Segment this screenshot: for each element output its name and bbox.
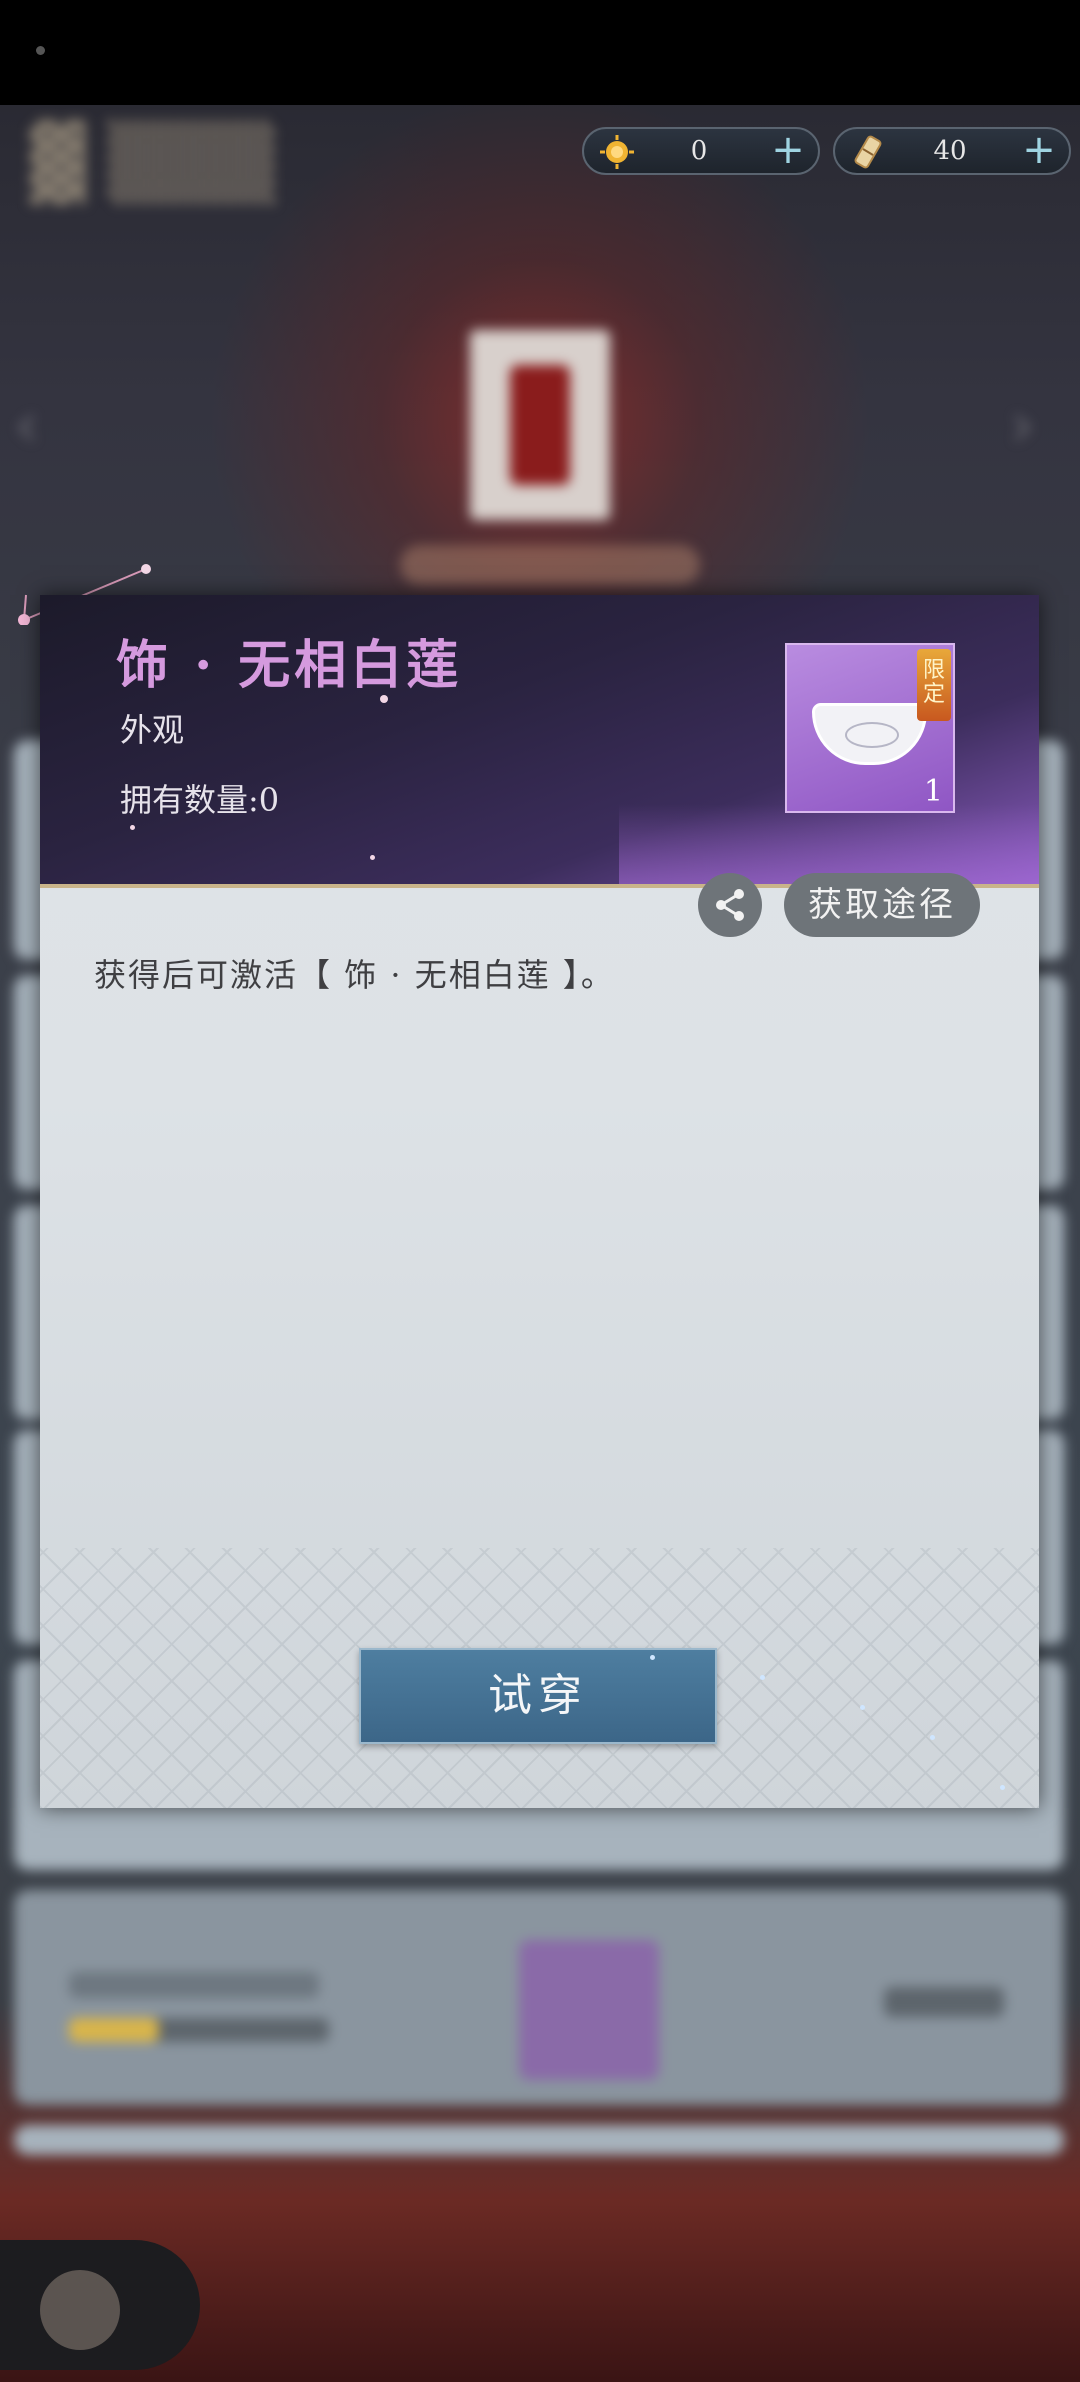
bg-panel	[14, 1890, 1064, 2105]
acquire-source-button[interactable]: 获取途径	[784, 873, 980, 937]
game-logo: ▓ ▒▒▒	[30, 120, 275, 204]
bg-panel	[14, 2125, 1064, 2155]
prev-arrow-icon: ‹	[14, 388, 39, 461]
item-detail-dialog: 饰 · 无相白莲 外观 拥有数量:0 限定 1 获取途径 获得后可激活【 饰 ·…	[40, 595, 1039, 1808]
currency-sun: 0 +	[582, 127, 820, 175]
veil-icon	[812, 703, 927, 765]
try-on-button[interactable]: 试穿	[359, 1648, 717, 1744]
owned-count: 拥有数量:0	[120, 781, 280, 819]
status-dot	[36, 46, 45, 55]
back-icon	[40, 2270, 120, 2350]
center-card	[470, 330, 610, 520]
currency-scroll: 40 +	[833, 127, 1071, 175]
currency-value: 0	[690, 136, 708, 166]
item-title: 饰 · 无相白莲	[116, 635, 463, 696]
add-currency-button[interactable]: +	[1019, 129, 1059, 173]
dialog-header: 饰 · 无相白莲 外观 拥有数量:0 限定 1	[40, 595, 1039, 888]
thumb-count: 1	[923, 774, 943, 809]
status-bar	[0, 0, 1080, 105]
item-type: 外观	[120, 711, 185, 749]
back-button[interactable]	[0, 2240, 200, 2370]
next-arrow-icon: ›	[1010, 388, 1035, 461]
share-icon	[716, 889, 744, 921]
item-thumbnail: 限定 1	[785, 643, 955, 813]
sun-coin-icon	[598, 133, 636, 171]
scroll-ticket-icon	[849, 133, 887, 171]
limited-badge: 限定	[917, 649, 951, 721]
add-currency-button[interactable]: +	[768, 129, 808, 173]
currency-value: 40	[933, 136, 967, 166]
share-button[interactable]	[698, 873, 762, 937]
item-description: 获得后可激活【 饰 · 无相白莲 】。	[94, 956, 615, 994]
center-caption	[400, 545, 700, 585]
